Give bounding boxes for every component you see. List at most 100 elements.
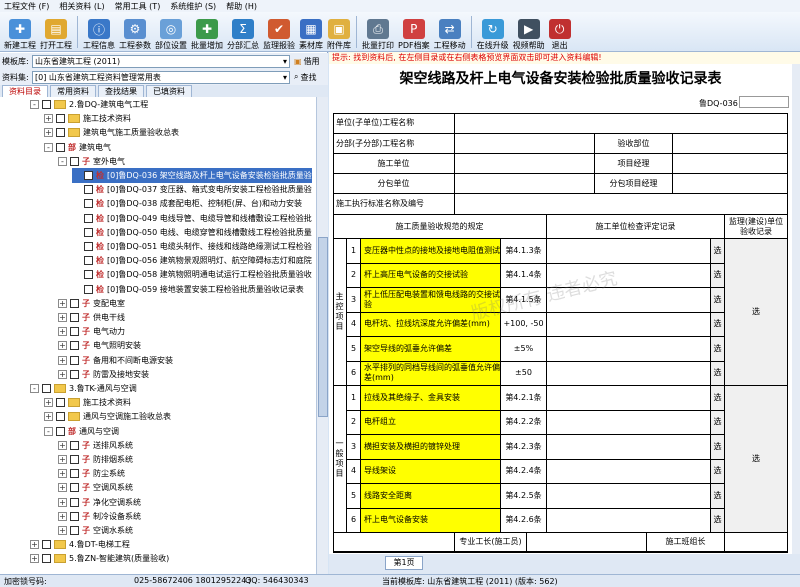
- tree-checkbox[interactable]: [84, 242, 93, 251]
- tree-checkbox[interactable]: [70, 526, 79, 535]
- tree-node[interactable]: + 子空调风系统: [58, 480, 133, 495]
- tree-node[interactable]: - 3.鲁TK-通风与空调: [30, 381, 137, 396]
- expand-toggle-icon[interactable]: -: [44, 142, 53, 152]
- tree-checkbox[interactable]: [42, 554, 51, 564]
- check-record-field[interactable]: [547, 312, 711, 337]
- page-tab-1[interactable]: 第1页: [385, 556, 423, 570]
- tree-scrollbar[interactable]: [316, 97, 328, 574]
- tree-checkbox[interactable]: [70, 313, 79, 322]
- tree-node[interactable]: + 子电气照明安装: [58, 338, 141, 353]
- form-code-box[interactable]: [739, 96, 789, 108]
- expand-toggle-icon[interactable]: +: [58, 341, 67, 351]
- foreman-spacer[interactable]: [333, 533, 455, 552]
- tree-node[interactable]: + 施工技术资料: [44, 395, 131, 410]
- expand-toggle-icon[interactable]: +: [44, 398, 53, 408]
- tree-checkbox[interactable]: [70, 483, 79, 493]
- sub-project-field[interactable]: [455, 134, 595, 154]
- pick-button[interactable]: 选: [711, 288, 725, 313]
- pick-button[interactable]: 选: [711, 410, 725, 435]
- unit-project-field[interactable]: [455, 113, 788, 134]
- tree-node[interactable]: 检 [0]鲁DQ-049 电线导管、电缆导管和线槽敷设工程检验批: [72, 211, 312, 226]
- check-record-field[interactable]: [547, 410, 711, 435]
- tree-checkbox[interactable]: [70, 497, 79, 507]
- toolbar-button-10[interactable]: ⎙ 批量打印: [360, 13, 396, 51]
- foreman-field[interactable]: [527, 533, 647, 552]
- subcontract-unit-field[interactable]: [455, 174, 595, 194]
- pick-button[interactable]: 选: [711, 337, 725, 362]
- tree-node[interactable]: 检 [0]鲁DQ-058 建筑物照明通电试运行工程检验批质量验收: [72, 267, 312, 282]
- data-set-select[interactable]: [0] 山东省建筑工程资料管理常用表: [32, 70, 290, 84]
- toolbar-button-12[interactable]: ⇄ 工程移动: [432, 13, 468, 51]
- tree-node[interactable]: 检 [0]鲁DQ-056 建筑物景观照明灯、航空障碍标志灯和庭院: [72, 253, 312, 268]
- tree-checkbox[interactable]: [84, 185, 93, 195]
- toolbar-button-6[interactable]: Σ 分部汇总: [225, 13, 261, 51]
- tree-checkbox[interactable]: [56, 142, 65, 152]
- tree-checkbox[interactable]: [70, 327, 79, 337]
- tree-checkbox[interactable]: [56, 398, 65, 408]
- tree-node[interactable]: - 部建筑电气: [44, 140, 111, 155]
- menu-item-3[interactable]: 系统维护 (S): [170, 1, 216, 12]
- check-record-field[interactable]: [547, 386, 711, 411]
- tree-node[interactable]: + 子变配电室: [58, 296, 125, 311]
- tab-2[interactable]: 查找结果: [98, 85, 144, 97]
- tree-node[interactable]: + 施工技术资料: [44, 111, 131, 126]
- tree-node[interactable]: + 子送排风系统: [58, 438, 133, 453]
- expand-toggle-icon[interactable]: +: [30, 540, 39, 550]
- tree-checkbox[interactable]: [70, 298, 79, 308]
- tree-node[interactable]: +4.鲁DT-电梯工程: [30, 537, 130, 552]
- tree-checkbox[interactable]: [84, 227, 93, 237]
- expand-toggle-icon[interactable]: -: [30, 384, 39, 393]
- tree-checkbox[interactable]: [70, 341, 79, 351]
- expand-toggle-icon[interactable]: +: [30, 554, 39, 564]
- tree-node[interactable]: + 通风与空调施工验收总表: [44, 409, 171, 424]
- acceptance-part-field[interactable]: [673, 134, 788, 154]
- tree-checkbox[interactable]: [70, 511, 79, 521]
- toolbar-button-3[interactable]: ⚙ 工程参数: [117, 13, 153, 51]
- tree-checkbox[interactable]: [70, 469, 79, 479]
- tree-checkbox[interactable]: [84, 199, 93, 209]
- pick-button[interactable]: 选: [711, 435, 725, 460]
- tree-node[interactable]: + 建筑电气施工质量验收总表: [44, 125, 179, 140]
- tree-checkbox[interactable]: [70, 440, 79, 450]
- check-record-field[interactable]: [547, 288, 711, 313]
- tree-node[interactable]: 检 [0]鲁DQ-037 变压器、箱式变电所安装工程检验批质量验: [72, 182, 312, 197]
- tree-node[interactable]: 检 [0]鲁DQ-038 成套配电柜、控制柜(屏、台)和动力安装: [72, 196, 302, 211]
- expand-toggle-icon[interactable]: +: [58, 483, 67, 493]
- toolbar-button-15[interactable]: ⏻ 退出: [547, 13, 573, 51]
- tree-checkbox[interactable]: [42, 384, 51, 393]
- menu-item-1[interactable]: 相关资料 (L): [59, 1, 104, 12]
- tree-checkbox[interactable]: [42, 100, 51, 109]
- tree-checkbox[interactable]: [84, 270, 93, 280]
- expand-toggle-icon[interactable]: +: [44, 128, 53, 138]
- tree-node[interactable]: + 子空调水系统: [58, 523, 133, 538]
- toolbar-button-2[interactable]: ⓘ 工程信息: [81, 13, 117, 51]
- tree-node[interactable]: + 子制冷设备系统: [58, 509, 141, 524]
- tree-node[interactable]: - 部通风与空调: [44, 424, 119, 439]
- tab-3[interactable]: 已填资料: [146, 85, 192, 97]
- tree-scrollbar-thumb[interactable]: [318, 237, 328, 417]
- tree-node[interactable]: - 2.鲁DQ-建筑电气工程: [30, 97, 148, 112]
- check-record-field[interactable]: [547, 337, 711, 362]
- form-scrollbar[interactable]: [792, 64, 800, 554]
- tree-checkbox[interactable]: [70, 156, 79, 166]
- pick-button[interactable]: 选: [711, 459, 725, 484]
- tree-node[interactable]: + 子防雷及接地安装: [58, 367, 149, 382]
- tree-checkbox[interactable]: [70, 369, 79, 379]
- pick-button[interactable]: 选: [711, 361, 725, 386]
- menu-item-2[interactable]: 常用工具 (T): [115, 1, 161, 12]
- pick-button[interactable]: 选: [711, 386, 725, 411]
- template-library-select[interactable]: 山东省建筑工程 (2011): [32, 54, 290, 68]
- tree-checkbox[interactable]: [56, 412, 65, 422]
- menu-item-4[interactable]: 帮助 (H): [226, 1, 257, 12]
- tree-checkbox[interactable]: [42, 540, 51, 550]
- toolbar-button-5[interactable]: ✚ 批量增加: [189, 13, 225, 51]
- expand-toggle-icon[interactable]: -: [30, 100, 39, 109]
- tree-node[interactable]: - 子室外电气: [58, 154, 125, 169]
- toolbar-button-11[interactable]: P PDF档案: [396, 13, 432, 51]
- form-preview[interactable]: 架空线路及杆上电气设备安装检验批质量验收记录表 鲁DQ-036 单位(子单位)工…: [329, 64, 792, 554]
- toolbar-button-9[interactable]: ▣ 附件库: [325, 13, 353, 51]
- expand-toggle-icon[interactable]: +: [58, 298, 67, 308]
- expand-toggle-icon[interactable]: -: [58, 156, 67, 166]
- toolbar-button-8[interactable]: ▦ 素材库: [297, 13, 325, 51]
- find-button[interactable]: ⌕ 查找: [294, 72, 316, 83]
